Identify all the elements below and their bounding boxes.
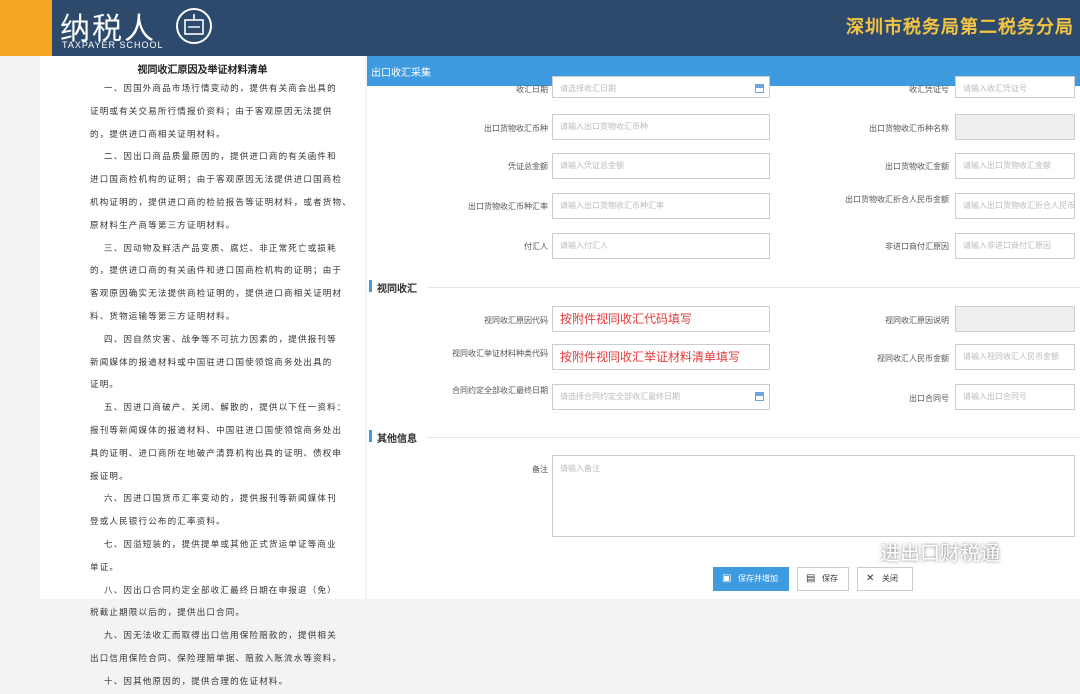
document-line: 出口信用保险合同、保险理赔单据、赔款入账流水等资料。 <box>90 653 343 664</box>
field-label: 出口货物收汇币种 <box>484 124 548 133</box>
evidence-list-document: 视同收汇原因及举证材料清单 一、因国外商品市场行情变动的，提供有关商会出具的证明… <box>40 56 365 687</box>
document-title: 视同收汇原因及举证材料清单 <box>137 65 268 76</box>
section-other-info: 其他信息 <box>367 428 1080 445</box>
section-divider <box>427 287 1080 288</box>
section-marker <box>369 280 372 292</box>
document-body: 一、因国外商品市场行情变动的，提供有关商会出具的证明或有关交易所行情报价资料；由… <box>90 78 395 694</box>
document-line: 十、因其他原因的，提供合理的佐证材料。 <box>104 676 289 687</box>
taxpayer-school-logo: 纳税人 TAXPAYER SCHOOL <box>52 0 217 56</box>
document-line: 机构证明的，提供进口商的检验报告等证明材料，或者货物、 <box>90 197 352 208</box>
document-line: 客观原因确实无法提供商检证明的，提供进口商相关证明材 <box>90 289 343 300</box>
deemed-reason-code-input[interactable]: 按附件视同收汇代码填写 <box>552 306 770 332</box>
document-line: 九、因无法收汇而取得出口信用保险赔款的，提供相关 <box>104 631 337 642</box>
field-label: 收汇凭证号 <box>909 85 949 94</box>
close-label: 关闭 <box>882 574 898 583</box>
field-label: 合同约定全部收汇最终日期 <box>452 386 548 395</box>
document-line: 登或人民银行公布的汇率资料。 <box>90 517 226 528</box>
watermark-text: 进出口财税通 <box>880 541 1000 565</box>
document-line: 单证。 <box>90 562 120 573</box>
brand-strip <box>0 0 52 56</box>
evidence-type-code-input[interactable]: 按附件视同收汇举证材料清单填写 <box>552 344 770 370</box>
field-label: 凭证总金额 <box>508 162 548 171</box>
field-label: 收汇日期 <box>516 85 548 94</box>
voucher-total-input[interactable]: 请输入凭证总金额 <box>552 153 770 179</box>
field-label: 视同收汇原因代码 <box>484 316 548 325</box>
document-line: 料、货物运输等第三方证明材料。 <box>90 311 236 322</box>
field-label: 出口合同号 <box>909 394 949 403</box>
bureau-title: 深圳市税务局第二税务分局 <box>846 17 1074 38</box>
document-line: 的，提供进口商相关证明材料。 <box>90 129 226 140</box>
document-line: 二、因出口商品质量原因的，提供进口商的有关函件和 <box>104 152 337 163</box>
field-label: 出口货物收汇币种汇率 <box>468 202 548 211</box>
receipt-amount-input[interactable]: 请输入出口货物收汇金额 <box>955 153 1075 179</box>
document-line: 五、因进口商破产、关闭、解散的，提供以下任一资料： <box>104 403 347 414</box>
document-line: 七、因溢短装的，提供提单或其他正式货运单证等商业 <box>104 539 337 550</box>
save-button[interactable]: ▤ 保存 <box>797 567 849 591</box>
section-title: 其他信息 <box>377 434 417 445</box>
exchange-rate-input[interactable]: 请输入出口货物收汇币种汇率 <box>552 193 770 219</box>
contract-final-date-input[interactable]: 请选择合同约定全部收汇最终日期 <box>552 384 770 410</box>
document-line: 证明。 <box>90 380 120 391</box>
field-label: 出口货物收汇币种名称 <box>869 124 949 133</box>
document-line: 新闻媒体的报道材料或中国驻进口国使领馆商务处出具的 <box>90 357 333 368</box>
receipt-voucher-input[interactable]: 请输入收汇凭证号 <box>955 76 1075 98</box>
close-button[interactable]: ✕ 关闭 <box>857 567 913 591</box>
contract-number-input[interactable]: 请输入出口合同号 <box>955 384 1075 410</box>
form-title: 出口收汇采集 <box>371 68 431 79</box>
field-label: 视同收汇原因说明 <box>885 316 949 325</box>
export-receipt-form: 出口收汇采集 收汇日期 请选择收汇日期 收汇凭证号 请输入收汇凭证号 出口货物收… <box>367 56 1080 599</box>
document-line: 的，提供进口商的有关函件和进口国商检机构的证明；由于 <box>90 266 343 277</box>
currency-input[interactable]: 请输入出口货物收汇币种 <box>552 114 770 140</box>
document-line: 证明或有关交易所行情报价资料；由于客观原因无法提供 <box>90 106 333 117</box>
currency-name-input <box>955 114 1075 140</box>
section-deemed-receipt: 视同收汇 <box>367 278 1080 295</box>
field-label: 出口货物收汇金额 <box>885 162 949 171</box>
field-label: 付汇人 <box>524 242 548 251</box>
document-line: 三、因动物及鲜活产品变质、腐烂、非正常死亡或损耗 <box>104 243 337 254</box>
document-line: 原材料生产商等第三方证明材料。 <box>90 220 236 231</box>
top-header: 纳税人 TAXPAYER SCHOOL 深圳市税务局第二税务分局 <box>0 0 1080 56</box>
save-and-add-button[interactable]: ▣ 保存并增加 <box>713 567 789 591</box>
field-label: 出口货物收汇折合人民币金额 <box>845 195 949 204</box>
document-line: 税截止期限以后的，提供出口合同。 <box>90 608 246 619</box>
logo-sub-text: TAXPAYER SCHOOL <box>62 40 164 50</box>
field-label: 非进口商付汇原因 <box>885 242 949 251</box>
document-line: 一、因国外商品市场行情变动的，提供有关商会出具的 <box>104 84 337 94</box>
calendar-icon[interactable] <box>755 84 764 93</box>
rmb-amount-input[interactable]: 请输入出口货物收汇折合人民币金额 <box>955 193 1075 219</box>
document-line: 进口国商检机构的证明；由于客观原因无法提供进口国商检 <box>90 175 343 186</box>
payer-input[interactable]: 请输入付汇人 <box>552 233 770 259</box>
document-line: 具的证明、进口商所在地破产清算机构出具的证明、债权申 <box>90 448 343 459</box>
field-label: 备注 <box>532 465 548 474</box>
receipt-date-input[interactable]: 请选择收汇日期 <box>552 76 770 98</box>
non-importer-reason-input[interactable]: 请输入非进口商付汇原因 <box>955 233 1075 259</box>
field-label: 视同收汇人民币金额 <box>877 354 949 363</box>
section-divider <box>427 437 1080 438</box>
calendar-icon[interactable] <box>755 392 764 401</box>
remarks-textarea[interactable]: 请输入备注 <box>552 455 1075 537</box>
document-icon: ▤ <box>806 573 816 584</box>
save-label: 保存 <box>822 574 838 583</box>
deemed-reason-desc-input <box>955 306 1075 332</box>
field-label: 视同收汇举证材料种类代码 <box>452 349 548 358</box>
document-line: 报证明。 <box>90 471 129 482</box>
seal-icon <box>176 8 212 44</box>
document-line: 六、因进口国货币汇率变动的，提供报刊等新闻媒体刊 <box>104 494 337 505</box>
deemed-rmb-amount-input[interactable]: 请输入视同收汇人民币金额 <box>955 344 1075 370</box>
close-icon: ✕ <box>866 573 875 584</box>
section-marker <box>369 430 372 442</box>
save-and-add-label: 保存并增加 <box>738 574 778 583</box>
document-line: 四、因自然灾害、战争等不可抗力因素的，提供报刊等 <box>104 334 337 345</box>
save-icon: ▣ <box>722 573 732 584</box>
section-title: 视同收汇 <box>377 284 417 295</box>
document-line: 报刊等新闻媒体的报道材料、中国驻进口国使领馆商务处出 <box>90 425 343 436</box>
wechat-icon <box>831 541 868 564</box>
